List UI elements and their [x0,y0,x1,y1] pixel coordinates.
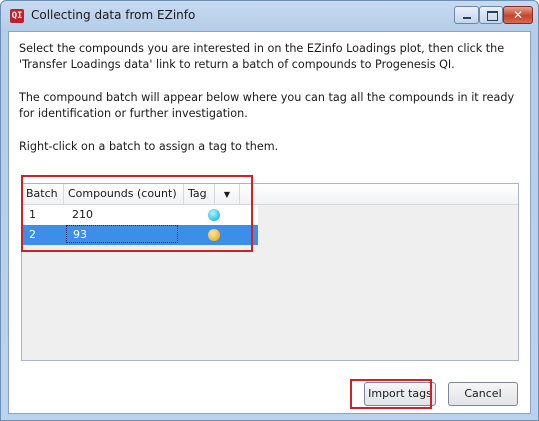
minimize-button[interactable] [454,6,479,24]
app-icon: QI [10,9,24,23]
cancel-button[interactable]: Cancel [448,382,518,406]
minimize-icon [463,17,471,19]
instruction-text-2: The compound batch will appear below whe… [19,91,515,120]
close-icon: ✕ [512,8,524,22]
import-button-highlight [350,379,432,409]
instruction-text-1: Select the compounds you are interested … [19,42,505,71]
maximize-button[interactable] [479,6,503,24]
maximize-icon [487,11,498,21]
close-button[interactable]: ✕ [503,6,533,24]
batch-rows-highlight [21,175,253,252]
title-bar[interactable]: QI Collecting data from EZinfo ✕ [1,1,538,31]
window-title: Collecting data from EZinfo [31,8,196,22]
instruction-text-3: Right-click on a batch to assign a tag t… [19,140,279,153]
